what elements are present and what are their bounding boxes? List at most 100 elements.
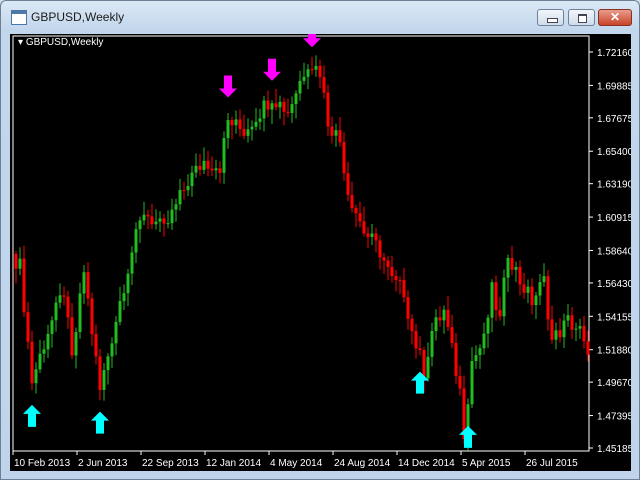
candle-body bbox=[306, 69, 310, 77]
candle-body bbox=[534, 295, 538, 306]
y-tick-label: 1.58640 bbox=[597, 246, 631, 257]
candle-body bbox=[270, 103, 274, 110]
y-tick-label: 1.56430 bbox=[597, 279, 631, 290]
candle-body bbox=[46, 333, 50, 350]
y-tick-label: 1.69885 bbox=[597, 81, 631, 92]
candle-body bbox=[418, 348, 422, 351]
candle-body bbox=[450, 327, 454, 344]
candle-body bbox=[422, 350, 426, 379]
candle-body bbox=[182, 190, 186, 192]
close-button[interactable]: ✕ bbox=[598, 9, 632, 26]
candle-body bbox=[278, 101, 282, 108]
y-tick-label: 1.54155 bbox=[597, 312, 631, 323]
price-chart[interactable]: 1.72160 1.69885 1.67675 1.65400 1.63190 1.609… bbox=[10, 34, 631, 471]
candle-body bbox=[502, 277, 506, 317]
candle-body bbox=[110, 343, 114, 357]
chart-symbol-label[interactable]: ▾ GBPUSD,Weekly bbox=[18, 37, 103, 48]
candle-body bbox=[366, 233, 370, 237]
candle-body bbox=[118, 301, 122, 322]
candle-body bbox=[446, 309, 450, 328]
minimize-icon bbox=[547, 18, 558, 23]
candle-body bbox=[402, 280, 406, 298]
candle-body bbox=[526, 286, 530, 293]
candle-body bbox=[458, 376, 462, 389]
candle-body bbox=[510, 257, 514, 270]
candle-body bbox=[326, 92, 330, 127]
candle-body bbox=[98, 356, 102, 390]
candle-body bbox=[522, 284, 526, 293]
candle-body bbox=[310, 69, 314, 71]
candle-body bbox=[330, 126, 334, 136]
candle-body bbox=[166, 223, 170, 225]
candle-body bbox=[562, 320, 566, 338]
y-tick-label: 1.67675 bbox=[597, 114, 631, 125]
candle-body bbox=[142, 214, 146, 221]
candle-body bbox=[38, 353, 42, 370]
y-tick-label: 1.65400 bbox=[597, 147, 631, 158]
candle-body bbox=[102, 370, 106, 390]
candle-body bbox=[154, 221, 158, 225]
candle-body bbox=[354, 208, 358, 214]
candle-body bbox=[210, 168, 214, 171]
candle-body bbox=[26, 312, 30, 342]
y-tick-label: 1.47395 bbox=[597, 412, 631, 423]
candle-body bbox=[582, 326, 586, 342]
candle-body bbox=[514, 266, 518, 270]
sell-arrow-icon bbox=[219, 75, 237, 98]
candle-body bbox=[398, 279, 402, 281]
candle-body bbox=[554, 330, 558, 340]
candle-body bbox=[178, 190, 182, 205]
candle-body bbox=[546, 276, 550, 320]
candle-body bbox=[406, 297, 410, 319]
candle-body bbox=[410, 318, 414, 332]
candle-body bbox=[454, 343, 458, 377]
x-tick-label: 24 Aug 2014 bbox=[334, 458, 391, 469]
candle-body bbox=[566, 315, 570, 321]
candle-body bbox=[438, 317, 442, 321]
candle-body bbox=[50, 320, 54, 334]
candle-body bbox=[350, 194, 354, 209]
candle-body bbox=[238, 119, 242, 129]
maximize-button[interactable] bbox=[568, 9, 595, 26]
candle-body bbox=[470, 361, 474, 405]
candle-body bbox=[74, 332, 78, 356]
candle-body bbox=[42, 349, 46, 354]
candle-body bbox=[266, 100, 270, 110]
candle-body bbox=[246, 129, 250, 136]
candle-body bbox=[222, 138, 226, 173]
y-tick-label: 1.49670 bbox=[597, 378, 631, 389]
minimize-button[interactable] bbox=[537, 9, 564, 26]
candle-body bbox=[78, 293, 82, 333]
candle-body bbox=[70, 317, 74, 356]
buy-arrow-icon bbox=[91, 411, 109, 434]
chart-window: GBPUSD,Weekly ✕ 1.72160 1.69885 1.67675 1.6… bbox=[0, 0, 640, 480]
close-icon: ✕ bbox=[609, 10, 621, 24]
candle-body bbox=[262, 100, 266, 119]
candle-body bbox=[494, 282, 498, 311]
chart-canvas[interactable]: 1.72160 1.69885 1.67675 1.65400 1.63190 1.609… bbox=[10, 34, 631, 471]
candle-body bbox=[198, 165, 202, 170]
candle-body bbox=[150, 216, 154, 225]
candle-body bbox=[58, 295, 62, 303]
candle-body bbox=[538, 282, 542, 296]
candle-body bbox=[274, 103, 278, 108]
candle-body bbox=[486, 317, 490, 334]
candle-body bbox=[134, 229, 138, 253]
x-tick-label: 14 Dec 2014 bbox=[398, 458, 455, 469]
title-bar[interactable]: GBPUSD,Weekly ✕ bbox=[1, 1, 639, 33]
candle-body bbox=[334, 130, 338, 136]
candle-body bbox=[578, 326, 582, 329]
candle-body bbox=[498, 310, 502, 317]
y-tick-label: 1.45185 bbox=[597, 444, 631, 455]
y-tick-label: 1.60915 bbox=[597, 213, 631, 224]
y-tick-label: 1.63190 bbox=[597, 180, 631, 191]
candle-body bbox=[394, 276, 398, 280]
candle-body bbox=[66, 296, 70, 318]
candle-body bbox=[130, 252, 134, 274]
candle-body bbox=[22, 258, 26, 313]
buy-arrow-icon bbox=[411, 371, 429, 394]
x-tick-label: 4 May 2014 bbox=[270, 458, 323, 469]
candle-body bbox=[126, 273, 130, 294]
candle-body bbox=[434, 317, 438, 331]
candle-body bbox=[346, 173, 350, 195]
